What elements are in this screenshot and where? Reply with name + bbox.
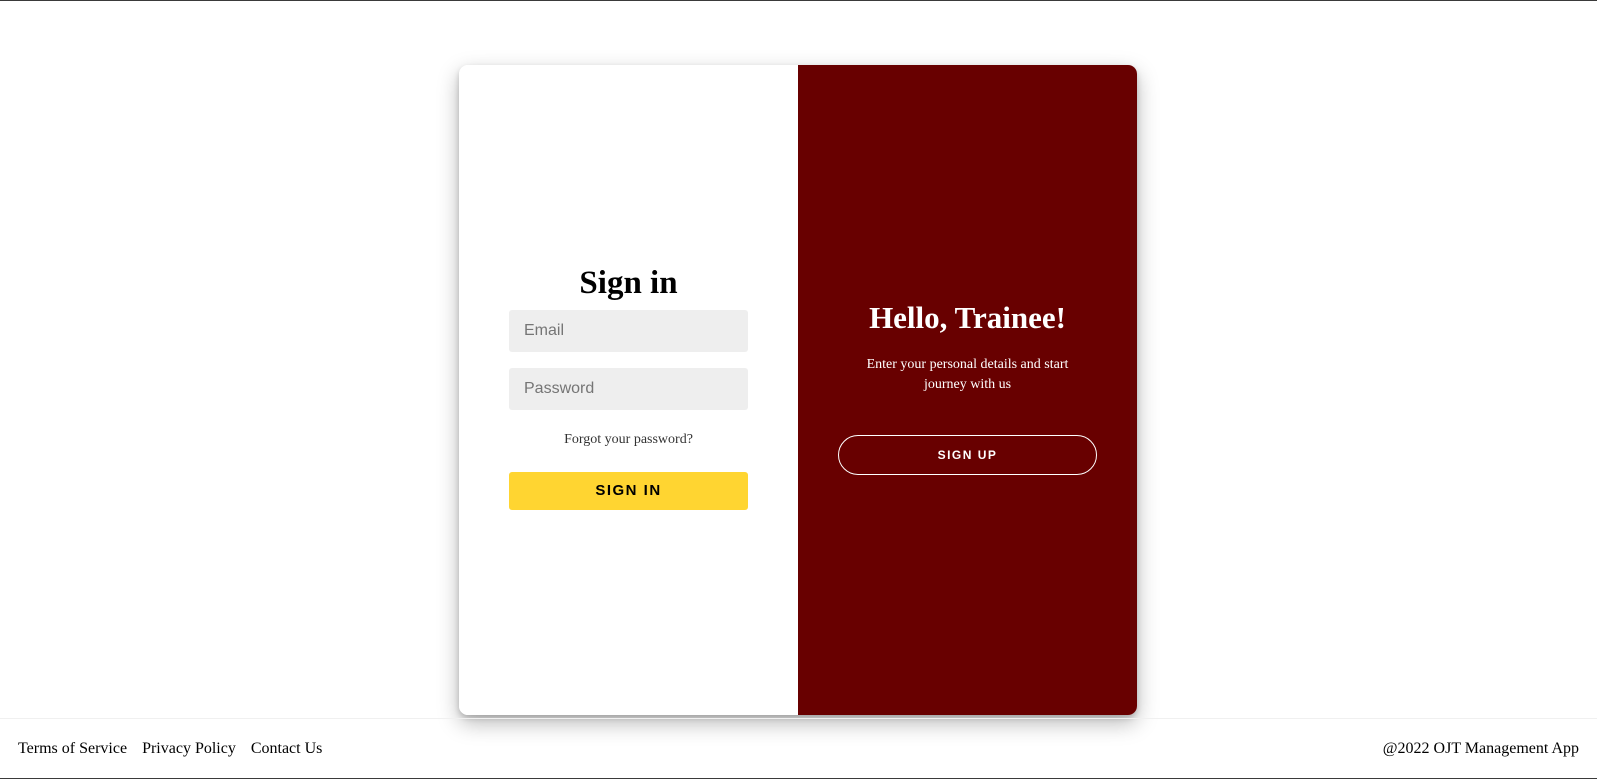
password-input[interactable] (509, 367, 748, 410)
copyright-text: @2022 OJT Management App (1382, 739, 1579, 757)
terms-of-service-link[interactable]: Terms of Service (18, 740, 127, 758)
welcome-text: Enter your personal details and start jo… (866, 356, 1069, 392)
forgot-password-link[interactable]: Forgot your password? (564, 432, 693, 448)
top-border (0, 0, 1597, 1)
footer: Terms of Service Privacy Policy Contact … (0, 718, 1597, 778)
signin-title: Sign in (579, 264, 678, 301)
contact-us-link[interactable]: Contact Us (251, 740, 323, 758)
signin-button[interactable]: SIGN IN (509, 471, 748, 510)
welcome-panel: Hello, Trainee! Enter your personal deta… (798, 65, 1137, 715)
privacy-policy-link[interactable]: Privacy Policy (142, 740, 236, 758)
welcome-title: Hello, Trainee! (869, 299, 1066, 335)
email-input[interactable] (509, 309, 748, 352)
footer-links: Terms of Service Privacy Policy Contact … (18, 740, 322, 758)
signin-panel: Sign in Forgot your password? SIGN IN (459, 65, 798, 715)
auth-card: Sign in Forgot your password? SIGN IN He… (459, 65, 1137, 715)
signup-button[interactable]: SIGN UP (838, 434, 1097, 475)
